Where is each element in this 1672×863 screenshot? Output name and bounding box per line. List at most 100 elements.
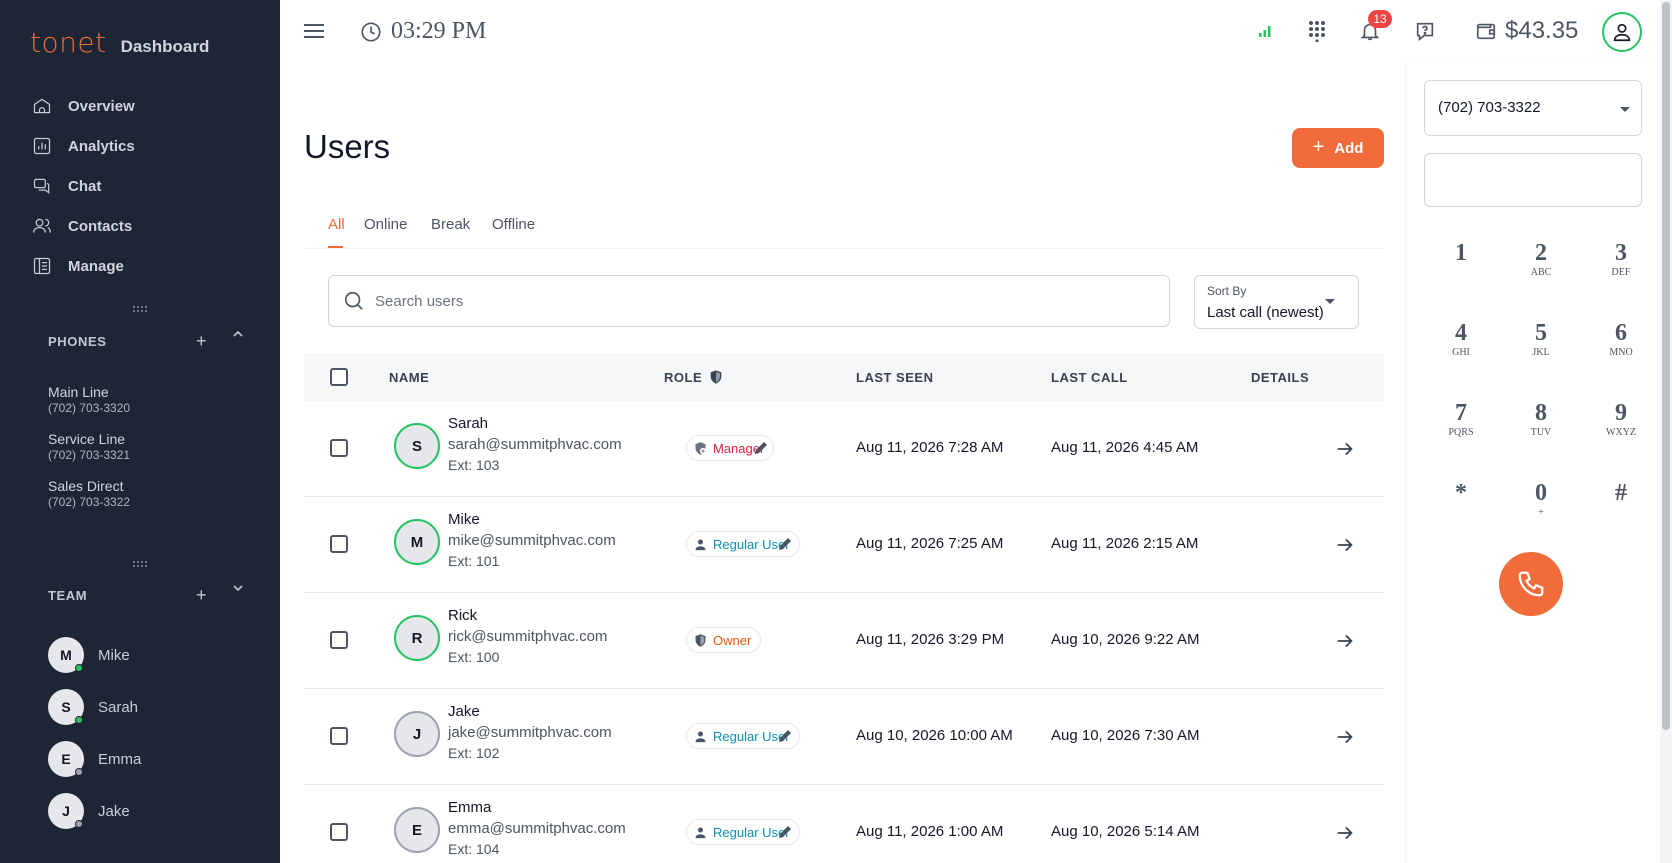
shield-icon [710,369,722,384]
dial-key-0[interactable]: 0 + [1511,469,1571,529]
dial-key-5[interactable]: 5 JKL [1511,309,1571,369]
dialer-panel: (702) 703-3322 1 2 ABC 3 DEF 4 GHI 5 JKL 6 MN… [1406,64,1654,863]
sidebar-item-label: Contacts [68,217,133,235]
table-row[interactable]: E Emma emma@summitphvac.com Ext: 104 Reg… [304,785,1384,863]
tab-all[interactable]: All [328,216,345,233]
arrow-right-icon[interactable] [1334,822,1356,844]
team-member-name: Jake [98,802,130,820]
phone-item-main-line[interactable]: Main Line (702) 703-3320 [48,384,130,415]
arrow-right-icon[interactable] [1334,438,1356,460]
sidebar-item-analytics[interactable]: Analytics [0,126,280,166]
brand[interactable]: tonet Dashboard [30,26,209,59]
page-scrollbar[interactable] [1660,0,1672,863]
dial-key-3[interactable]: 3 DEF [1591,229,1651,289]
arrow-right-icon[interactable] [1334,630,1356,652]
dial-key-hash[interactable]: # [1591,469,1651,529]
help-icon[interactable] [1412,18,1438,44]
table-row[interactable]: S Sarah sarah@summitphvac.com Ext: 103 M… [304,401,1384,497]
user-email: rick@summitphvac.com [448,628,608,645]
avatar-initial: M [60,647,72,663]
add-user-button[interactable]: + Add [1292,128,1384,168]
dial-number-input[interactable] [1424,153,1642,207]
clock-time: 03:29 PM [391,18,487,44]
contacts-icon [33,218,51,233]
column-header-last-seen[interactable]: LAST SEEN [856,370,933,385]
last-seen: Aug 11, 2026 7:28 AM [856,439,1004,456]
dial-key-6[interactable]: 6 MNO [1591,309,1651,369]
column-header-name[interactable]: NAME [389,370,429,385]
dial-key-9[interactable]: 9 WXYZ [1591,389,1651,449]
column-header-role[interactable]: ROLE [664,369,724,385]
column-header-last-call[interactable]: LAST CALL [1051,370,1128,385]
row-checkbox[interactable] [330,535,348,553]
key-digit: 9 [1615,399,1627,426]
table-row[interactable]: J Jake jake@summitphvac.com Ext: 102 Reg… [304,689,1384,785]
tab-online[interactable]: Online [364,216,407,233]
sidebar-item-contacts[interactable]: Contacts [0,206,280,246]
status-dot [75,768,83,776]
search-input[interactable] [375,292,1155,310]
edit-icon[interactable] [776,727,794,745]
row-checkbox[interactable] [330,823,348,841]
edit-icon[interactable] [752,439,770,457]
user-name: Mike [448,511,480,528]
table-row[interactable]: M Mike mike@summitphvac.com Ext: 101 Reg… [304,497,1384,593]
top-bar: 03:29 PM 13 $43.35 [280,0,1672,64]
dialpad-icon[interactable] [1304,18,1330,44]
sort-select[interactable]: Sort By Last call (newest) [1194,275,1359,329]
dial-key-star[interactable]: * [1431,469,1491,529]
caret-down-icon [1620,107,1630,112]
select-all-checkbox[interactable] [330,368,348,386]
search-box[interactable] [328,275,1170,327]
row-checkbox[interactable] [330,439,348,457]
dial-key-7[interactable]: 7 PQRS [1431,389,1491,449]
team-heading: TEAM [48,587,88,603]
menu-icon[interactable] [304,22,326,40]
signal-icon[interactable] [1252,18,1278,44]
caller-id-select[interactable]: (702) 703-3322 [1424,80,1642,136]
tab-offline[interactable]: Offline [492,216,535,233]
key-letters: WXYZ [1606,426,1636,438]
wallet-balance[interactable]: $43.35 [1475,17,1578,45]
phone-item-service-line[interactable]: Service Line (702) 703-3321 [48,431,130,462]
sidebar-item-overview[interactable]: Overview [0,86,280,126]
row-checkbox[interactable] [330,631,348,649]
edit-icon[interactable] [776,535,794,553]
profile-avatar-button[interactable] [1602,12,1642,52]
manage-icon [33,257,51,275]
sidebar-item-manage[interactable]: Manage [0,246,280,286]
chevron-up-icon[interactable] [232,328,244,340]
key-letters: ABC [1530,266,1552,278]
dial-key-8[interactable]: 8 TUV [1511,389,1571,449]
drag-handle-icon[interactable] [133,561,147,569]
add-team-member-button[interactable]: + [196,585,207,606]
tab-break[interactable]: Break [431,216,470,233]
chevron-down-icon[interactable] [232,582,244,594]
team-member-jake[interactable]: J Jake [48,793,130,829]
arrow-right-icon[interactable] [1334,534,1356,556]
phone-item-name: Main Line [48,384,109,400]
edit-icon[interactable] [776,823,794,841]
role-label: Owner [713,632,752,648]
add-phone-button[interactable]: + [196,331,207,352]
scrollbar-thumb[interactable] [1662,2,1670,730]
avatar: J [394,711,440,757]
plus-icon: + [1312,135,1325,158]
team-member-mike[interactable]: M Mike [48,637,130,673]
team-member-sarah[interactable]: S Sarah [48,689,138,725]
dial-key-2[interactable]: 2 ABC [1511,229,1571,289]
call-button[interactable] [1499,552,1563,616]
add-button-label: Add [1334,139,1364,157]
sidebar-item-chat[interactable]: Chat [0,166,280,206]
phone-item-sales-direct[interactable]: Sales Direct (702) 703-3322 [48,478,130,509]
drag-handle-icon[interactable] [133,306,147,314]
avatar: S [394,423,440,469]
dial-key-4[interactable]: 4 GHI [1431,309,1491,369]
dial-key-1[interactable]: 1 [1431,229,1491,289]
table-row[interactable]: R Rick rick@summitphvac.com Ext: 100 Own… [304,593,1384,689]
arrow-right-icon[interactable] [1334,726,1356,748]
key-digit: 3 [1615,239,1627,266]
team-member-emma[interactable]: E Emma [48,741,141,777]
row-checkbox[interactable] [330,727,348,745]
team-member-name: Sarah [98,698,139,716]
